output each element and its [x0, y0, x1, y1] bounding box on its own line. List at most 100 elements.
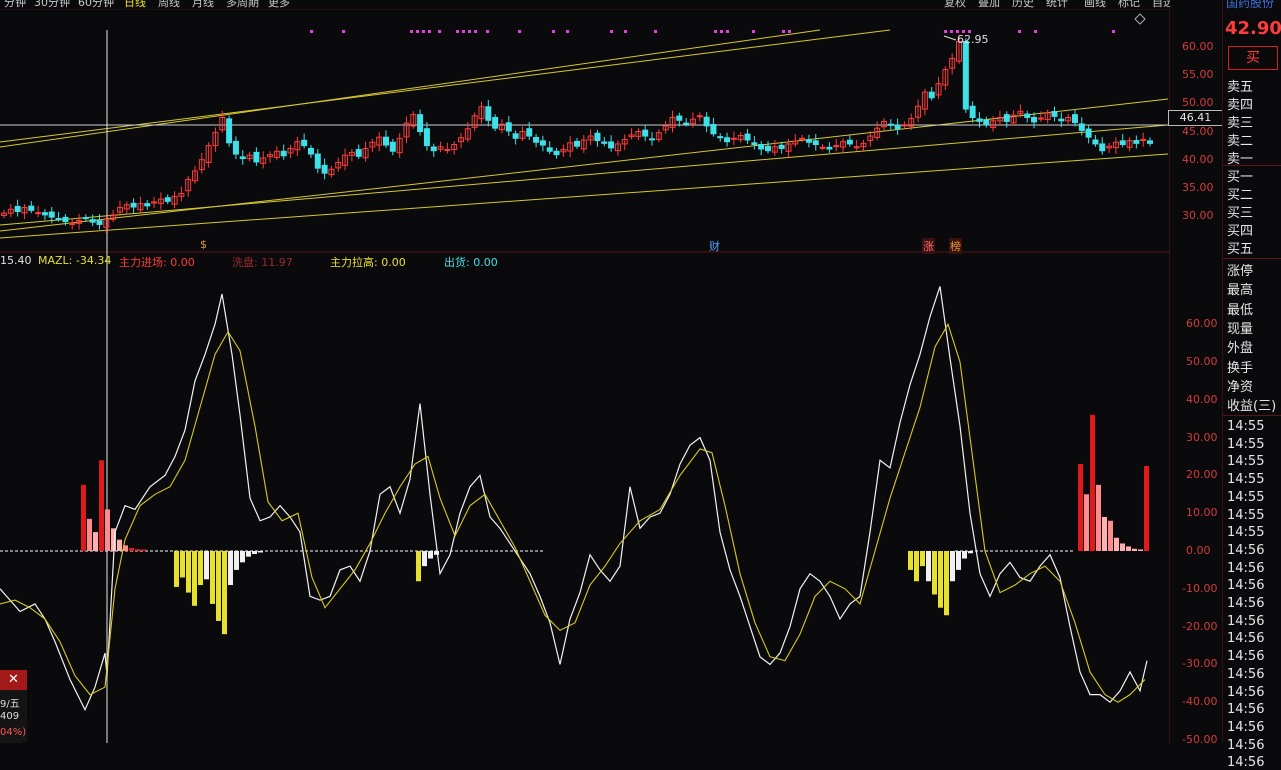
event-marker[interactable]: 涨: [922, 238, 935, 254]
candle-body[interactable]: [1003, 114, 1010, 122]
candle-body[interactable]: [239, 156, 246, 160]
candle-body[interactable]: [710, 124, 717, 135]
candle-body[interactable]: [969, 105, 976, 118]
candle-body[interactable]: [805, 139, 812, 143]
stock-name[interactable]: 国药股份: [1226, 0, 1274, 11]
candle-body[interactable]: [1024, 113, 1031, 118]
candle-body[interactable]: [1133, 140, 1140, 144]
candle-body[interactable]: [826, 146, 833, 150]
candle-body[interactable]: [765, 145, 771, 152]
candle-body[interactable]: [703, 116, 710, 127]
diamond-icon[interactable]: [1134, 13, 1146, 25]
candle-body[interactable]: [164, 197, 171, 202]
candle-body[interactable]: [492, 116, 499, 129]
toolbar-item-1[interactable]: 30分钟: [34, 0, 70, 9]
toolbar-right-item-5[interactable]: 标记: [1118, 0, 1140, 9]
candle-body[interactable]: [744, 133, 751, 141]
candle-body[interactable]: [751, 142, 758, 145]
toolbar-item-2[interactable]: 60分钟: [78, 0, 114, 9]
candle-body[interactable]: [846, 139, 853, 145]
candle-body[interactable]: [130, 202, 137, 208]
candle-body[interactable]: [28, 205, 35, 211]
candle-body[interactable]: [1078, 123, 1085, 131]
candle-body[interactable]: [423, 128, 430, 147]
candle-body[interactable]: [812, 140, 819, 145]
toolbar-right-item-3[interactable]: 统计: [1046, 0, 1068, 9]
candle-body[interactable]: [144, 203, 151, 207]
candle-body[interactable]: [574, 140, 580, 147]
event-marker[interactable]: 财: [709, 238, 720, 254]
candle-body[interactable]: [853, 146, 860, 149]
candle-body[interactable]: [887, 123, 894, 126]
toolbar-item-0[interactable]: 分钟: [4, 0, 26, 9]
toolbar-right-item-0[interactable]: 复权: [944, 0, 966, 9]
mazl-line[interactable]: [0, 322, 1146, 703]
oscillator-line[interactable]: [0, 286, 1148, 712]
toolbar-right-item-4[interactable]: 画线: [1084, 0, 1106, 9]
candle-body[interactable]: [546, 147, 553, 152]
candle-body[interactable]: [1051, 111, 1058, 117]
candle-body[interactable]: [983, 119, 990, 126]
candle-body[interactable]: [649, 138, 656, 141]
toolbar-right-item-2[interactable]: 历史: [1012, 0, 1034, 9]
candle-body[interactable]: [417, 114, 424, 133]
candle-body[interactable]: [321, 164, 328, 174]
candle-body[interactable]: [1085, 128, 1092, 138]
candle-body[interactable]: [1099, 143, 1106, 152]
buy-button[interactable]: 买: [1228, 46, 1278, 70]
candle-body[interactable]: [683, 122, 690, 125]
candle-body[interactable]: [82, 217, 89, 220]
candle-body[interactable]: [383, 136, 389, 146]
close-icon[interactable]: ✕: [0, 670, 27, 690]
candle-body[interactable]: [799, 137, 806, 140]
candle-body[interactable]: [96, 220, 103, 225]
candle-body[interactable]: [1092, 139, 1099, 145]
candle-body[interactable]: [928, 91, 935, 99]
event-marker[interactable]: 榜: [949, 238, 962, 254]
candle-body[interactable]: [444, 149, 451, 152]
kline-chart[interactable]: 62.95: [0, 0, 1170, 743]
candle-body[interactable]: [48, 211, 55, 218]
toolbar-item-3[interactable]: 日线: [124, 0, 146, 9]
toolbar-right-item-1[interactable]: 叠加: [978, 0, 1000, 9]
candle-body[interactable]: [232, 140, 239, 155]
trend-line[interactable]: [0, 29, 821, 148]
candle-body[interactable]: [976, 118, 983, 122]
candle-body[interactable]: [553, 150, 560, 156]
candle-body[interactable]: [730, 137, 737, 140]
candle-body[interactable]: [1147, 140, 1153, 144]
candle-body[interactable]: [505, 122, 512, 132]
candle-body[interactable]: [89, 219, 96, 223]
candle-body[interactable]: [608, 141, 615, 149]
candle-body[interactable]: [485, 106, 492, 121]
candle-body[interactable]: [280, 150, 287, 157]
candle-body[interactable]: [676, 115, 683, 121]
candle-body[interactable]: [601, 141, 608, 144]
toolbar-item-7[interactable]: 更多: [268, 0, 290, 9]
toolbar-item-4[interactable]: 周线: [158, 0, 180, 9]
toolbar-item-6[interactable]: 多周期: [226, 0, 259, 9]
candle-body[interactable]: [430, 146, 437, 152]
candle-body[interactable]: [1071, 114, 1078, 124]
candle-body[interactable]: [355, 149, 362, 157]
candle-body[interactable]: [526, 128, 533, 137]
candle-body[interactable]: [1031, 116, 1038, 123]
candle-body[interactable]: [594, 132, 601, 142]
candle-body[interactable]: [35, 212, 42, 215]
candle-body[interactable]: [962, 40, 969, 110]
candle-body[interactable]: [307, 147, 314, 155]
candle-body[interactable]: [696, 115, 703, 118]
candle-body[interactable]: [1058, 118, 1065, 122]
candle-body[interactable]: [758, 143, 765, 150]
candle-body[interactable]: [1119, 140, 1126, 145]
candle-body[interactable]: [512, 133, 519, 139]
candle-body[interactable]: [41, 212, 48, 216]
candle-body[interactable]: [642, 129, 649, 137]
candle-body[interactable]: [894, 124, 901, 130]
candle-body[interactable]: [724, 137, 731, 143]
candle-body[interactable]: [533, 136, 540, 143]
candle-body[interactable]: [226, 118, 233, 144]
candle-body[interactable]: [819, 146, 826, 149]
candle-body[interactable]: [253, 151, 260, 163]
candle-body[interactable]: [14, 205, 21, 212]
